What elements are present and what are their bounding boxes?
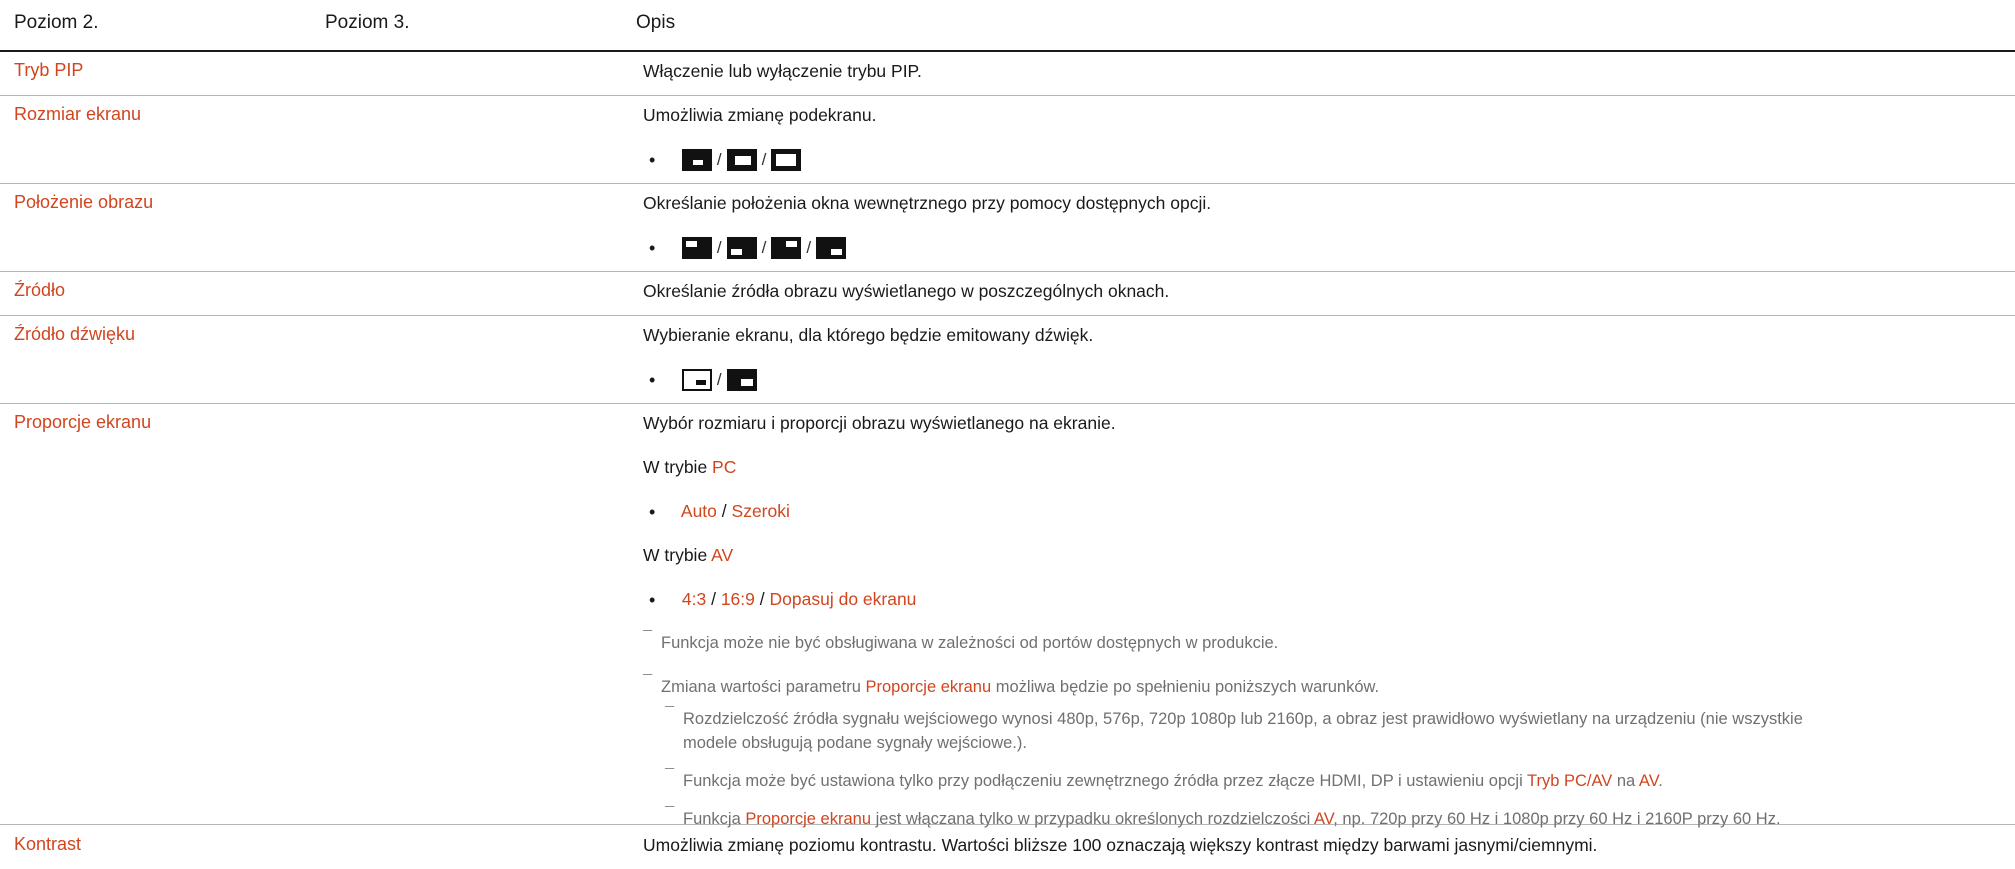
sound-source-options: • / [643,368,2015,392]
table-row-kontrast: Kontrast Umożliwia zmianę poziomu kontra… [0,826,2015,869]
row-label: Źródło dźwięku [14,324,136,344]
header-level3: Poziom 3. [325,12,410,33]
bullet: • [649,150,656,171]
pip-size-small-icon [681,149,712,172]
row-label: Położenie obrazu [14,192,154,212]
row-label: Kontrast [14,834,82,854]
subnote-resolution: ¯ Rozdzielczość źródła sygnału wejścioweg… [665,705,1803,728]
size-options: • / / [643,148,2015,172]
row-label: Tryb PIP [14,60,84,80]
row-label: Źródło [14,280,66,300]
row-label: Rozmiar ekranu [14,104,142,124]
av-mode-line: W trybie AV [643,545,734,565]
subnote-hdmi: ¯ Funkcja może być ustawiona tylko przy p… [665,767,1663,790]
table-row-zrodlo-dzwieku: Źródło dźwięku Wybieranie ekranu, dla kt… [0,316,2015,404]
pip-size-large-icon [771,149,802,172]
table-row-polozenie-obrazu: Położenie obrazu Określanie położenia ok… [0,184,2015,272]
option-szeroki: Szeroki [731,501,790,521]
row-description: Umożliwia zmianę poziomu kontrastu. Wart… [643,835,1598,855]
pip-position-top-right-icon [771,237,802,260]
av-options: • 4:3 / 16:9 / Dopasuj do ekranu [649,589,917,611]
position-options: • / / / [643,236,2015,260]
row-description: Określanie źródła obrazu wyświetlanego w… [643,281,1170,301]
sound-sub-screen-icon [681,369,712,392]
table-row-rozmiar-ekranu: Rozmiar ekranu Umożliwia zmianę podekran… [0,96,2015,184]
row-description: Wybieranie ekranu, dla którego będzie em… [643,324,2015,392]
bullet: • [649,370,656,391]
row-description: Wybór rozmiaru i proporcji obrazu wyświe… [643,412,2015,830]
table-header: Poziom 2. Poziom 3. Opis [0,0,2015,52]
header-level2: Poziom 2. [14,12,99,33]
row-description: Określanie położenia okna wewnętrznego p… [643,192,2015,260]
bullet: • [649,238,656,259]
pip-position-bottom-right-icon [816,237,847,260]
row-description: Umożliwia zmianę podekranu. • / / [643,104,2015,172]
pip-size-medium-icon [726,149,757,172]
pc-mode-line: W trybie PC [643,457,737,477]
row-label: Proporcje ekranu [14,412,152,432]
row-description: Włączenie lub wyłączenie trybu PIP. [643,61,922,81]
pip-position-top-left-icon [681,237,712,260]
table-row-tryb-pip: Tryb PIP Włączenie lub wyłączenie trybu … [0,52,2015,96]
note-ports: ¯ Funkcja może nie być obsługiwana w zale… [643,629,1279,652]
option-16-9: 16:9 [720,589,755,609]
sound-main-screen-icon [726,369,757,392]
pip-position-bottom-left-icon [726,237,757,260]
note-conditions: ¯ Zmiana wartości parametru Proporcje ekr… [643,673,1380,696]
option-4-3: 4:3 [681,589,707,609]
table-row-zrodlo: Źródło Określanie źródła obrazu wyświetl… [0,272,2015,316]
option-auto: Auto [680,501,717,521]
pc-options: • Auto / Szeroki [649,501,790,523]
header-description: Opis [636,12,676,33]
table-row-proporcje-ekranu: Proporcje ekranu Wybór rozmiaru i propor… [0,404,2015,828]
option-dopasuj: Dopasuj do ekranu [769,589,917,609]
